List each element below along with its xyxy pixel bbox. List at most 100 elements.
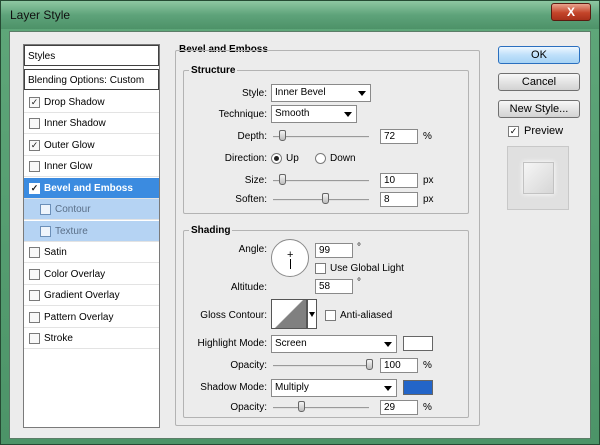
style-item-contour[interactable]: Contour bbox=[24, 199, 159, 220]
angle-label: Angle: bbox=[238, 244, 267, 255]
style-label: Style: bbox=[241, 88, 267, 99]
global-light-label: Use Global Light bbox=[330, 263, 404, 274]
angle-input[interactable]: 99 bbox=[315, 243, 353, 258]
soften-unit: px bbox=[423, 194, 434, 205]
altitude-input[interactable]: 58 bbox=[315, 279, 353, 294]
depth-label: Depth: bbox=[237, 131, 267, 142]
style-item-label: Outer Glow bbox=[44, 140, 95, 151]
style-item-drop-shadow[interactable]: ✓ Drop Shadow bbox=[24, 92, 159, 113]
shadow-opacity-track[interactable] bbox=[273, 407, 369, 409]
highlight-opacity-unit: % bbox=[423, 360, 432, 371]
blending-options-item[interactable]: Blending Options: Custom bbox=[24, 69, 159, 90]
style-item-label: Color Overlay bbox=[44, 269, 106, 280]
direction-up-radio[interactable] bbox=[271, 153, 282, 164]
shadow-opacity-input[interactable]: 29 bbox=[380, 400, 418, 415]
new-style-button[interactable]: New Style... bbox=[498, 100, 580, 118]
size-unit: px bbox=[423, 175, 434, 186]
style-item-bevel-and-emboss[interactable]: ✓ Bevel and Emboss bbox=[24, 178, 159, 199]
depth-unit: % bbox=[423, 131, 432, 142]
depth-slider-track[interactable] bbox=[273, 136, 369, 138]
shadow-opacity-unit: % bbox=[423, 402, 432, 413]
shadow-mode-value: Multiply bbox=[275, 382, 309, 393]
inner-glow-checkbox[interactable] bbox=[29, 161, 40, 172]
direction-down-radio[interactable] bbox=[315, 153, 326, 164]
drop-shadow-checkbox[interactable]: ✓ bbox=[29, 97, 40, 108]
shadow-mode-select[interactable]: Multiply bbox=[271, 379, 397, 397]
bevel-emboss-panel: Bevel and Emboss Structure Style: Inner … bbox=[175, 44, 480, 428]
outer-glow-checkbox[interactable]: ✓ bbox=[29, 140, 40, 151]
angle-dial[interactable]: + bbox=[271, 239, 309, 277]
highlight-opacity-thumb[interactable] bbox=[366, 359, 373, 370]
style-item-inner-shadow[interactable]: Inner Shadow bbox=[24, 113, 159, 134]
depth-input[interactable]: 72 bbox=[380, 129, 418, 144]
inner-shadow-checkbox[interactable] bbox=[29, 118, 40, 129]
soften-label: Soften: bbox=[235, 194, 267, 205]
style-item-outer-glow[interactable]: ✓ Outer Glow bbox=[24, 135, 159, 156]
close-button[interactable]: X bbox=[551, 3, 591, 21]
gradient-overlay-checkbox[interactable] bbox=[29, 290, 40, 301]
size-input[interactable]: 10 bbox=[380, 173, 418, 188]
soften-slider-thumb[interactable] bbox=[322, 193, 329, 204]
style-select-value: Inner Bevel bbox=[275, 87, 326, 98]
highlight-mode-label: Highlight Mode: bbox=[197, 338, 267, 349]
angle-indicator-line bbox=[290, 259, 291, 269]
satin-checkbox[interactable] bbox=[29, 247, 40, 258]
style-select[interactable]: Inner Bevel bbox=[271, 84, 371, 102]
highlight-mode-select[interactable]: Screen bbox=[271, 335, 397, 353]
chevron-down-icon bbox=[344, 112, 352, 117]
size-slider-track[interactable] bbox=[273, 180, 369, 182]
size-slider-thumb[interactable] bbox=[279, 174, 286, 185]
chevron-down-icon bbox=[358, 91, 366, 96]
depth-slider-thumb[interactable] bbox=[279, 130, 286, 141]
pattern-overlay-checkbox[interactable] bbox=[29, 312, 40, 323]
styles-list: Styles Blending Options: Custom ✓ Drop S… bbox=[23, 44, 160, 428]
dialog-body: Styles Blending Options: Custom ✓ Drop S… bbox=[9, 31, 591, 439]
style-preview-swatch bbox=[523, 162, 554, 194]
highlight-opacity-input[interactable]: 100 bbox=[380, 358, 418, 373]
style-item-gradient-overlay[interactable]: Gradient Overlay bbox=[24, 285, 159, 306]
cancel-button[interactable]: Cancel bbox=[498, 73, 580, 91]
bevel-checkbox[interactable]: ✓ bbox=[29, 183, 40, 194]
shading-title: Shading bbox=[189, 225, 233, 236]
altitude-label: Altitude: bbox=[230, 282, 267, 293]
highlight-opacity-track[interactable] bbox=[273, 365, 369, 367]
style-item-label: Inner Shadow bbox=[44, 118, 106, 129]
style-item-inner-glow[interactable]: Inner Glow bbox=[24, 156, 159, 177]
style-item-label: Drop Shadow bbox=[44, 97, 105, 108]
style-item-color-overlay[interactable]: Color Overlay bbox=[24, 264, 159, 285]
style-item-pattern-overlay[interactable]: Pattern Overlay bbox=[24, 307, 159, 328]
shadow-color-swatch[interactable] bbox=[403, 380, 433, 395]
contour-checkbox[interactable] bbox=[40, 204, 51, 215]
style-item-label: Satin bbox=[44, 247, 67, 258]
style-item-satin[interactable]: Satin bbox=[24, 242, 159, 263]
style-item-stroke[interactable]: Stroke bbox=[24, 328, 159, 349]
stroke-checkbox[interactable] bbox=[29, 333, 40, 344]
ok-button[interactable]: OK bbox=[498, 46, 580, 64]
style-item-texture[interactable]: Texture bbox=[24, 221, 159, 242]
soften-input[interactable]: 8 bbox=[380, 192, 418, 207]
styles-header[interactable]: Styles bbox=[24, 45, 159, 66]
style-item-label: Texture bbox=[55, 226, 88, 237]
highlight-color-swatch[interactable] bbox=[403, 336, 433, 351]
chevron-down-icon bbox=[384, 386, 392, 391]
global-light-checkbox[interactable] bbox=[315, 263, 326, 274]
style-item-label: Bevel and Emboss bbox=[44, 183, 133, 194]
anti-aliased-checkbox[interactable] bbox=[325, 310, 336, 321]
highlight-opacity-label: Opacity: bbox=[230, 360, 267, 371]
altitude-degree: ° bbox=[357, 277, 361, 288]
gloss-contour-dropdown[interactable] bbox=[307, 299, 317, 329]
preview-checkbox[interactable]: ✓ bbox=[508, 126, 519, 137]
technique-select[interactable]: Smooth bbox=[271, 105, 357, 123]
soften-slider-track[interactable] bbox=[273, 199, 369, 201]
preview-label: Preview bbox=[524, 125, 564, 137]
highlight-mode-value: Screen bbox=[275, 338, 307, 349]
style-preview bbox=[507, 146, 569, 210]
style-item-label: Contour bbox=[55, 204, 91, 215]
shadow-opacity-thumb[interactable] bbox=[298, 401, 305, 412]
style-item-label: Stroke bbox=[44, 333, 73, 344]
texture-checkbox[interactable] bbox=[40, 226, 51, 237]
title-bar[interactable]: Layer Style X bbox=[1, 1, 599, 29]
layer-style-window: Layer Style X Styles Blending Options: C… bbox=[0, 0, 600, 445]
gloss-contour-preview[interactable] bbox=[271, 299, 307, 329]
color-overlay-checkbox[interactable] bbox=[29, 269, 40, 280]
